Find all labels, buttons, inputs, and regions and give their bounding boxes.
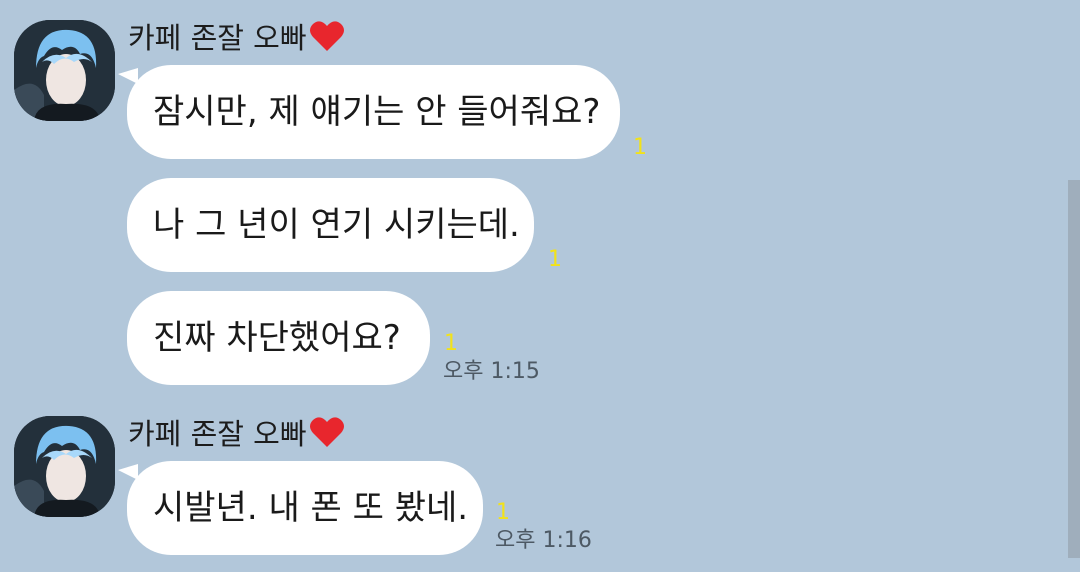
unread-count: 1	[444, 331, 458, 356]
message-timestamp: 오후 1:15	[443, 359, 540, 384]
avatar-icon	[14, 20, 115, 121]
message-timestamp: 오후 1:16	[495, 528, 592, 553]
message-bubble[interactable]: 진짜 차단했어요?	[127, 291, 430, 385]
unread-count: 1	[496, 500, 510, 525]
sender-avatar[interactable]	[14, 20, 115, 121]
red-heart-icon	[309, 417, 344, 447]
red-heart-icon	[309, 21, 344, 51]
avatar-icon	[14, 416, 115, 517]
message-bubble[interactable]: 잠시만, 제 얘기는 안 들어줘요?	[127, 65, 620, 159]
scrollbar[interactable]	[1068, 180, 1080, 558]
sender-avatar[interactable]	[14, 416, 115, 517]
message-bubble[interactable]: 나 그 년이 연기 시키는데.	[127, 178, 534, 272]
unread-count: 1	[633, 135, 647, 160]
message-bubble[interactable]: 시발년. 내 폰 또 봤네.	[127, 461, 483, 555]
sender-name: 카페 존잘 오빠	[128, 20, 345, 56]
unread-count: 1	[548, 247, 562, 272]
sender-name: 카페 존잘 오빠	[128, 416, 345, 452]
